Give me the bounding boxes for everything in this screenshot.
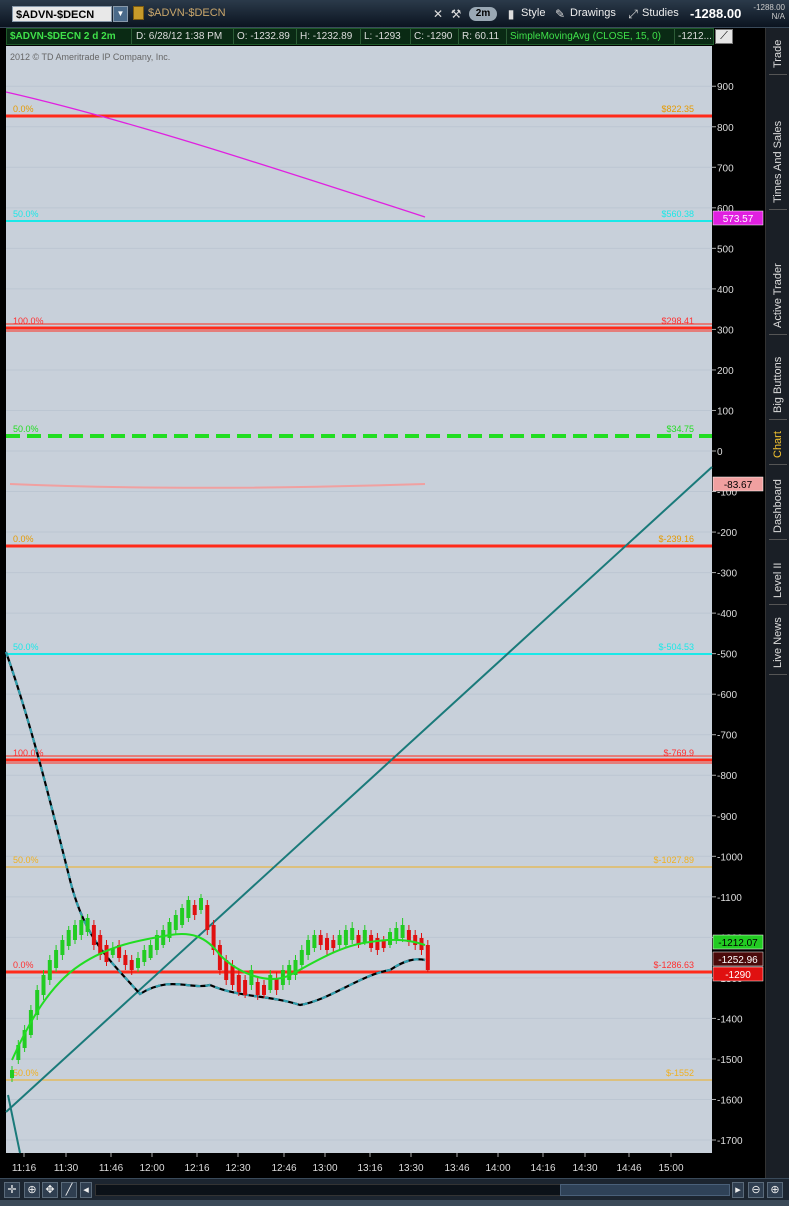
x-tick-label: 12:30 — [225, 1163, 250, 1174]
price-axis[interactable] — [712, 46, 764, 1153]
tab-separator — [769, 334, 787, 335]
right-tab-label: Dashboard — [772, 479, 784, 533]
drawing-tool-icon[interactable]: ⟋ — [715, 29, 733, 44]
zoom-out-icon[interactable]: ⊖ — [748, 1182, 764, 1198]
pencil-icon: ✎ — [554, 7, 566, 21]
symbol-description: $ADVN-$DECN — [148, 7, 226, 19]
tab-separator — [769, 539, 787, 540]
style-menu[interactable]: Style — [521, 7, 545, 19]
pan-icon[interactable]: ✥ — [42, 1182, 58, 1198]
copyright-text: 2012 © TD Ameritrade IP Company, Inc. — [10, 52, 171, 62]
symbol-input[interactable]: $ADVN-$DECN — [12, 6, 112, 22]
top-toolbar: $ADVN-$DECN ▼ $ADVN-$DECN ✕ ⚒ 2m ▮ Style… — [0, 0, 789, 28]
drawings-menu[interactable]: Drawings — [570, 7, 616, 19]
x-tick-label: 14:00 — [485, 1163, 510, 1174]
bar-high: H: -1232.89 — [297, 29, 361, 44]
last-price: -1288.00 — [690, 6, 742, 21]
chart-title: $ADVN-$DECN 2 d 2m — [7, 29, 132, 44]
chart-settings-icon[interactable]: ✕ — [430, 6, 446, 22]
scrollbar-thumb[interactable] — [560, 1184, 730, 1196]
x-tick-label: 11:46 — [99, 1163, 124, 1174]
x-tick-label: 13:16 — [357, 1163, 382, 1174]
tab-separator — [769, 604, 787, 605]
zoom-in-right-icon[interactable]: ⊕ — [767, 1182, 783, 1198]
zoom-in-icon[interactable]: ⊕ — [24, 1182, 40, 1198]
chart-plot-area[interactable] — [6, 46, 712, 1153]
chart-info-bar: $ADVN-$DECN 2 d 2m D: 6/28/12 1:38 PM O:… — [6, 28, 714, 45]
bar-open: O: -1232.89 — [234, 29, 297, 44]
x-tick-label: 13:30 — [398, 1163, 423, 1174]
draw-line-icon[interactable]: ╱ — [61, 1182, 77, 1198]
study-name: SimpleMovingAvg (CLOSE, 15, 0) — [507, 29, 675, 44]
x-tick-label: 14:16 — [530, 1163, 555, 1174]
symbol-dropdown-icon[interactable]: ▼ — [113, 6, 128, 22]
studies-menu[interactable]: Studies — [642, 7, 679, 19]
right-tab-label: Live News — [772, 617, 784, 668]
study-value: -1212... — [678, 31, 712, 42]
tab-separator — [769, 419, 787, 420]
bar-close: C: -1290 — [411, 29, 459, 44]
status-strip — [0, 1200, 789, 1206]
tab-separator — [769, 674, 787, 675]
x-tick-label: 11:16 — [12, 1163, 37, 1174]
x-tick-label: 13:00 — [312, 1163, 337, 1174]
x-tick-label: 13:46 — [444, 1163, 469, 1174]
x-tick-label: 14:46 — [616, 1163, 641, 1174]
right-tab-label: Trade — [772, 39, 784, 68]
wrench-icon[interactable]: ⚒ — [448, 6, 464, 22]
tab-separator — [769, 464, 787, 465]
bottom-toolbar: ✛ ⊕ ✥ ╱ ◂ ▸ ⊖ ⊕ — [0, 1178, 789, 1201]
x-tick-label: 11:30 — [54, 1163, 79, 1174]
last-price-small-value: -1288.00 — [753, 3, 785, 12]
scroll-left-icon[interactable]: ◂ — [80, 1182, 92, 1198]
x-tick-label: 15:00 — [658, 1163, 683, 1174]
right-tab-label: Times And Sales — [772, 120, 784, 203]
right-tab-label: Big Buttons — [772, 356, 784, 413]
aggregation-button[interactable]: 2m — [469, 7, 497, 21]
scroll-right-icon[interactable]: ▸ — [732, 1182, 744, 1198]
x-tick-label: 12:16 — [184, 1163, 209, 1174]
studies-icon: ⤢ — [628, 7, 638, 21]
x-tick-label: 12:00 — [139, 1163, 164, 1174]
link-group-icon[interactable] — [133, 6, 144, 20]
style-icon: ▮ — [507, 7, 515, 21]
last-price-small: -1288.00 N/A — [749, 3, 785, 21]
x-tick-label: 12:46 — [271, 1163, 296, 1174]
tab-separator — [769, 209, 787, 210]
right-side-tabs: Trade Times And Sales Active Trader Big But… — [765, 28, 789, 1178]
tab-separator — [769, 74, 787, 75]
crosshair-icon[interactable]: ✛ — [4, 1182, 20, 1198]
right-tab-label: Active Trader — [772, 263, 784, 328]
x-tick-label: 14:30 — [572, 1163, 597, 1174]
bar-date: D: 6/28/12 1:38 PM — [133, 29, 234, 44]
bar-low: L: -1293 — [361, 29, 411, 44]
right-tab-label: Chart — [772, 431, 784, 458]
bar-range: R: 60.11 — [459, 29, 507, 44]
last-price-small-na: N/A — [771, 12, 785, 21]
right-tab-label: Level II — [772, 562, 784, 598]
